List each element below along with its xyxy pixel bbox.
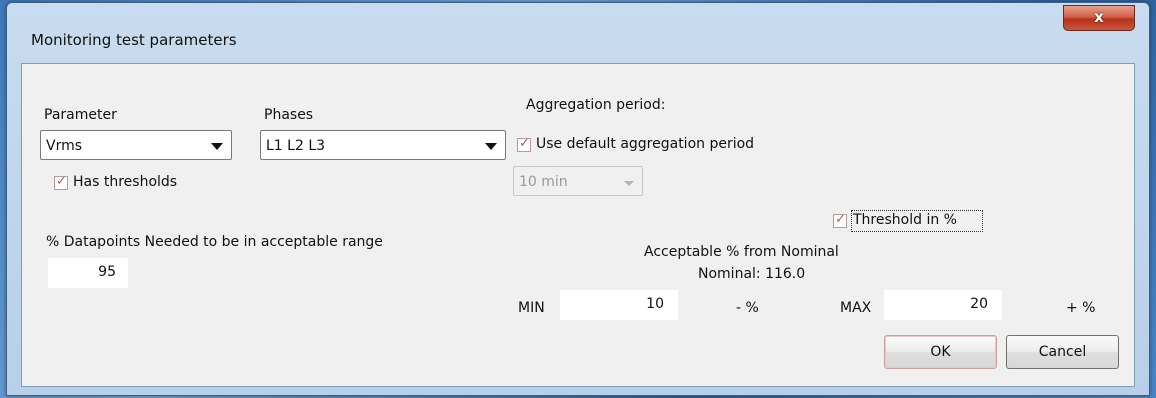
check-icon: ✓ — [519, 136, 530, 151]
phases-label: Phases — [264, 107, 314, 123]
dialog-window: Monitoring test parameters x Parameter V… — [6, 2, 1150, 396]
check-icon: ✓ — [56, 174, 67, 189]
max-input[interactable]: 20 — [884, 290, 1002, 320]
dialog-body: Parameter Vrms ✓ Has thresholds Phases L… — [21, 63, 1135, 387]
ok-button[interactable]: OK — [884, 335, 997, 369]
min-label: MIN — [518, 300, 545, 316]
aggregation-period-select[interactable]: 10 min — [513, 166, 643, 196]
chevron-down-icon — [485, 143, 497, 150]
max-label: MAX — [840, 300, 872, 316]
max-suffix: + % — [1066, 300, 1096, 316]
min-suffix: - % — [736, 300, 759, 316]
threshold-in-percent-label: Threshold in % — [853, 212, 957, 228]
parameter-select[interactable]: Vrms — [40, 130, 232, 160]
nominal-label: Nominal: 116.0 — [698, 266, 806, 282]
has-thresholds-label: Has thresholds — [73, 174, 178, 190]
title-bar: Monitoring test parameters x — [7, 3, 1149, 63]
has-thresholds-checkbox[interactable]: ✓ — [54, 174, 68, 190]
min-input[interactable]: 10 — [560, 290, 678, 320]
use-default-aggregation-checkbox[interactable]: ✓ — [517, 136, 531, 152]
parameter-value: Vrms — [46, 138, 83, 154]
aggregation-label: Aggregation period: — [526, 97, 666, 113]
aggregation-period-value: 10 min — [519, 174, 568, 190]
close-button[interactable]: x — [1063, 5, 1135, 31]
datapoints-label: % Datapoints Needed to be in acceptable … — [46, 234, 383, 250]
chevron-down-icon — [211, 143, 223, 150]
chevron-down-icon — [624, 181, 634, 186]
min-value: 10 — [646, 296, 664, 312]
parameter-label: Parameter — [44, 107, 117, 123]
dialog-title: Monitoring test parameters — [31, 31, 237, 49]
phases-select[interactable]: L1 L2 L3 — [260, 130, 506, 160]
datapoints-value: 95 — [98, 264, 116, 280]
check-icon: ✓ — [835, 212, 846, 227]
use-default-aggregation-label: Use default aggregation period — [536, 136, 755, 152]
datapoints-input[interactable]: 95 — [48, 258, 128, 288]
acceptable-label: Acceptable % from Nominal — [644, 244, 839, 260]
cancel-button[interactable]: Cancel — [1006, 335, 1119, 369]
max-value: 20 — [970, 296, 988, 312]
phases-value: L1 L2 L3 — [266, 138, 326, 154]
threshold-in-percent-checkbox[interactable]: ✓ — [833, 212, 847, 228]
